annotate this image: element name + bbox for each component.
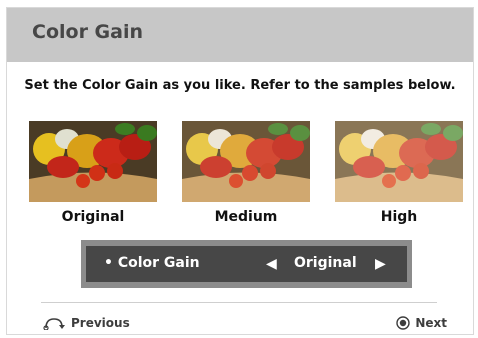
arrow-right-icon[interactable]: ▶: [375, 256, 386, 272]
header-bar: Color Gain: [7, 8, 473, 62]
instruction-text: Set the Color Gain as you like. Refer to…: [24, 78, 456, 93]
setting-label: • Color Gain: [104, 255, 200, 271]
sample-label-medium: Medium: [214, 209, 278, 225]
page-title: Color Gain: [32, 21, 144, 43]
previous-button[interactable]: Previous: [43, 316, 130, 330]
arrow-left-icon[interactable]: ◀: [266, 256, 277, 272]
sample-label-original: Original: [61, 209, 125, 225]
setting-value: Original: [294, 255, 357, 271]
return-icon: [43, 318, 65, 330]
next-label: Next: [415, 316, 447, 330]
sample-label-high: High: [380, 209, 418, 225]
sample-image-medium: [182, 121, 310, 202]
next-button[interactable]: Next: [396, 316, 447, 330]
color-gain-selector[interactable]: • Color Gain ◀ Original ▶: [81, 240, 412, 288]
color-gain-selector-inner[interactable]: • Color Gain ◀ Original ▶: [86, 246, 407, 282]
sample-image-original: [29, 121, 157, 202]
sample-image-high: [335, 121, 463, 202]
color-gain-dialog: Color Gain Set the Color Gain as you lik…: [6, 7, 474, 335]
footer-divider: [41, 302, 437, 303]
ok-circle-icon: [396, 316, 411, 330]
previous-label: Previous: [71, 316, 130, 330]
